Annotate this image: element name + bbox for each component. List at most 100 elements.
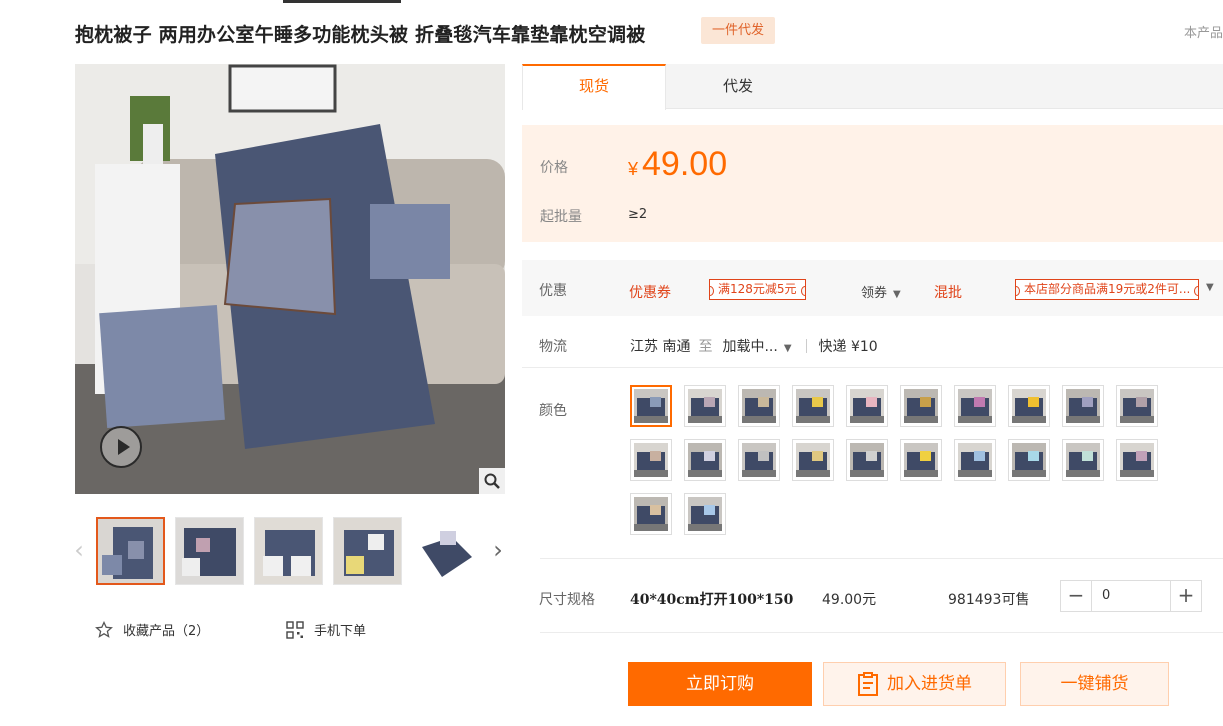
add-to-cart-label: 加入进货单 <box>887 674 972 694</box>
mobile-order-label: 手机下单 <box>314 624 367 639</box>
plus-button[interactable]: + <box>1171 581 1201 611</box>
color-swatch-thumbnail <box>634 389 668 423</box>
color-swatch[interactable] <box>684 493 726 535</box>
product-title: 抱枕被子 两用办公室午睡多功能枕头被 折叠毯汽车靠垫靠枕空调被 <box>75 24 646 46</box>
ship-from: 江苏 南通 <box>630 339 691 355</box>
tab-in-stock[interactable]: 现货 <box>522 64 666 110</box>
add-to-cart-button[interactable]: 加入进货单 <box>823 662 1006 706</box>
divider <box>540 558 1223 559</box>
thumbnail[interactable] <box>96 517 165 585</box>
color-label: 颜色 <box>539 403 567 419</box>
color-swatch[interactable] <box>738 385 780 427</box>
color-swatch[interactable] <box>630 493 672 535</box>
tab-dropship[interactable]: 代发 <box>666 64 810 109</box>
color-swatch[interactable] <box>1116 439 1158 481</box>
clipboard-icon <box>858 672 878 696</box>
color-swatch-thumbnail <box>958 443 992 477</box>
quantity-stepper: − 0 + <box>1060 580 1202 612</box>
color-swatch[interactable] <box>1008 385 1050 427</box>
favorite-label: 收藏产品（2） <box>123 624 210 639</box>
mobile-order-button[interactable]: 手机下单 <box>286 620 366 639</box>
currency-symbol: ¥ <box>628 159 639 179</box>
size-stock: 981493可售 <box>948 592 1030 608</box>
top-nav-indicator <box>283 0 401 3</box>
color-swatch-thumbnail <box>1120 389 1154 423</box>
moq-label: 起批量 <box>540 209 582 225</box>
coupon-title: 优惠券 <box>629 285 671 301</box>
thumbnail-strip <box>96 517 481 585</box>
quantity-input[interactable]: 0 <box>1091 581 1171 611</box>
one-key-distribute-button[interactable]: 一键铺货 <box>1020 662 1169 706</box>
color-swatch[interactable] <box>900 385 942 427</box>
thumbnail[interactable] <box>412 517 481 585</box>
color-swatch-thumbnail <box>1012 443 1046 477</box>
corner-link[interactable]: 本产品 <box>1184 22 1223 41</box>
mix-batch-tag[interactable]: 本店部分商品满19元或2件可... <box>1015 279 1199 300</box>
size-price: 49.00元 <box>822 592 877 608</box>
logistics-label: 物流 <box>539 339 567 355</box>
color-swatch[interactable] <box>630 439 672 481</box>
destination-value: 加载中... <box>722 339 778 355</box>
price-amount: 49.00 <box>642 145 728 183</box>
color-swatch-thumbnail <box>688 497 722 531</box>
color-swatch[interactable] <box>792 385 834 427</box>
color-swatch-thumbnail <box>688 389 722 423</box>
color-swatch[interactable] <box>1062 385 1104 427</box>
color-swatch-thumbnail <box>688 443 722 477</box>
coupon-tag[interactable]: 满128元减5元 <box>709 279 806 300</box>
moq-value: ≥2 <box>628 207 648 222</box>
color-swatch-thumbnail <box>1012 389 1046 423</box>
play-video-icon[interactable] <box>100 426 142 468</box>
color-swatch[interactable] <box>630 385 672 427</box>
color-swatch-thumbnail <box>796 443 830 477</box>
get-coupon-label: 领券 <box>861 286 888 301</box>
color-swatch-thumbnail <box>742 389 776 423</box>
thumb-next-chevron-icon[interactable]: › <box>491 536 505 564</box>
color-swatch[interactable] <box>900 439 942 481</box>
dropship-badge: 一件代发 <box>701 17 776 44</box>
color-swatch[interactable] <box>846 439 888 481</box>
qr-code-icon <box>286 620 304 639</box>
product-main-image[interactable] <box>75 64 505 494</box>
color-swatch-thumbnail <box>850 389 884 423</box>
color-swatch[interactable] <box>954 385 996 427</box>
chevron-down-icon[interactable]: ▼ <box>1206 282 1214 293</box>
color-swatch[interactable] <box>738 439 780 481</box>
color-swatch[interactable] <box>1116 385 1158 427</box>
thumb-prev-chevron-icon[interactable]: ‹ <box>72 536 86 564</box>
thumbnail[interactable] <box>333 517 402 585</box>
color-swatch-thumbnail <box>634 497 668 531</box>
color-swatch-grid <box>630 385 1170 535</box>
color-swatch[interactable] <box>1062 439 1104 481</box>
color-swatch-thumbnail <box>904 389 938 423</box>
thumbnail[interactable] <box>175 517 244 585</box>
express-fee: 快递 ¥10 <box>818 339 878 355</box>
color-swatch-thumbnail <box>904 443 938 477</box>
price-label: 价格 <box>540 160 568 176</box>
price-panel: 价格 ¥49.00 起批量 ≥2 <box>522 125 1223 242</box>
to-word: 至 <box>698 339 713 355</box>
buy-now-button[interactable]: 立即订购 <box>628 662 812 706</box>
zoom-icon[interactable] <box>479 468 505 494</box>
minus-button[interactable]: − <box>1061 581 1091 611</box>
color-swatch[interactable] <box>1008 439 1050 481</box>
color-swatch-thumbnail <box>1120 443 1154 477</box>
color-swatch[interactable] <box>684 385 726 427</box>
get-coupon-dropdown[interactable]: 领券 ▼ <box>861 282 901 301</box>
color-swatch[interactable] <box>846 385 888 427</box>
color-swatch[interactable] <box>684 439 726 481</box>
promotion-row: 优惠 优惠券 满128元减5元 领券 ▼ 混批 本店部分商品满19元或2件可...… <box>522 260 1223 316</box>
thumbnail[interactable] <box>254 517 323 585</box>
color-swatch-thumbnail <box>1066 389 1100 423</box>
color-swatch[interactable] <box>954 439 996 481</box>
destination-select[interactable]: 加载中... ▼ <box>722 336 791 356</box>
divider <box>540 632 1223 633</box>
color-swatch-thumbnail <box>1066 443 1100 477</box>
size-name: 40*40cm打开100*150 <box>630 592 794 608</box>
color-swatch-thumbnail <box>796 389 830 423</box>
divider <box>522 367 1223 368</box>
color-swatch[interactable] <box>792 439 834 481</box>
favorite-button[interactable]: 收藏产品（2） <box>95 620 209 639</box>
logistics-info: 江苏 南通 至 加载中... ▼ 快递 ¥10 <box>630 336 878 356</box>
size-label: 尺寸规格 <box>539 592 595 608</box>
